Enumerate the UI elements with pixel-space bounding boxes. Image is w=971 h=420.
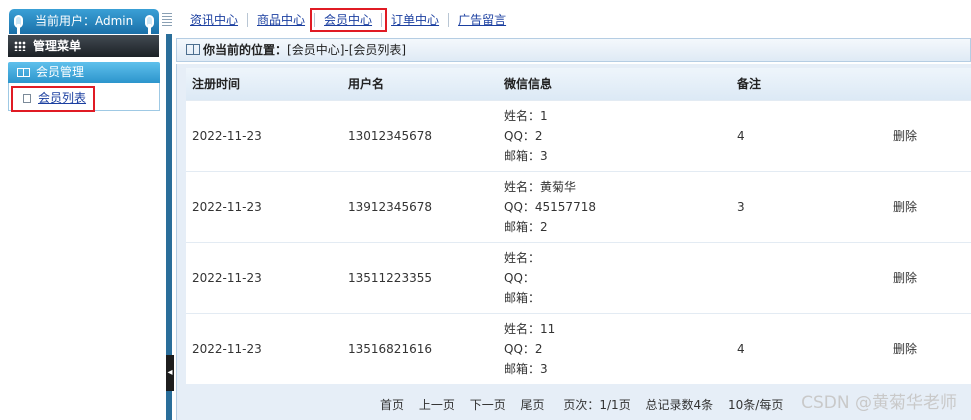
breadcrumb-path: [会员中心]-[会员列表]	[287, 43, 407, 57]
delete-link[interactable]: 删除	[893, 200, 917, 214]
sidebar-item-label: 会员列表	[38, 91, 87, 105]
cell-wechat-info: 姓名：1 QQ：2 邮箱：3	[498, 99, 731, 171]
cell-reg-time: 2022-11-23	[186, 99, 342, 171]
wechat-email: 邮箱：2	[504, 219, 548, 234]
wechat-email: 邮箱：3	[504, 148, 548, 163]
grid-dots-icon	[14, 41, 26, 51]
cell-wechat-info: 姓名：11 QQ：2 邮箱：3	[498, 312, 731, 384]
current-user-badge: 当前用户：Admin	[9, 9, 159, 34]
pager-first[interactable]: 首页	[380, 398, 404, 412]
sidebar-item-member-list[interactable]: 会员列表	[11, 86, 95, 112]
nav-order-center[interactable]: 订单中心	[382, 13, 450, 27]
sidebar-group-label: 会员管理	[36, 65, 85, 79]
pager-page-info: 页次：1/1页	[563, 398, 631, 412]
binder-ring-stem	[148, 24, 151, 34]
wechat-name: 姓名：11	[504, 321, 556, 336]
cell-note	[731, 241, 887, 313]
column-header-action	[887, 68, 971, 100]
cell-username: 13912345678	[342, 170, 498, 242]
wechat-name: 姓名：1	[504, 108, 548, 123]
cell-username: 13012345678	[342, 99, 498, 171]
cell-action: 删除	[887, 170, 971, 242]
watermark: CSDN @黄菊华老师	[801, 393, 957, 413]
wechat-qq: QQ：2	[504, 128, 543, 143]
cell-action: 删除	[887, 312, 971, 384]
nav-goods-center[interactable]: 商品中心	[248, 13, 316, 27]
sidebar-group-member-management[interactable]: 会员管理	[8, 62, 160, 83]
sidebar: 管理菜单 会员管理 会员列表	[0, 34, 166, 420]
wechat-name: 姓名：	[504, 250, 541, 265]
book-icon	[186, 44, 200, 55]
cell-reg-time: 2022-11-23	[186, 312, 342, 384]
pager-last[interactable]: 尾页	[521, 398, 545, 412]
delete-link[interactable]: 删除	[893, 342, 917, 356]
wechat-qq: QQ：45157718	[504, 199, 596, 214]
nav-news-center[interactable]: 资讯中心	[181, 13, 249, 27]
cell-reg-time: 2022-11-23	[186, 170, 342, 242]
column-header-username: 用户名	[342, 68, 498, 100]
pager-per-page: 10条/每页	[728, 398, 784, 412]
pager-total: 总记录数4条	[645, 398, 714, 412]
cell-note: 4	[731, 312, 887, 384]
table-row: 2022-11-23 13511223355 姓名： QQ： 邮箱： 删除	[186, 241, 971, 313]
member-table-panel: 注册时间 用户名 微信信息 备注 2022-11-23 13012345678 …	[176, 64, 971, 420]
cell-username: 13516821616	[342, 312, 498, 384]
book-icon	[17, 68, 30, 77]
pager-next[interactable]: 下一页	[470, 398, 506, 412]
column-header-note: 备注	[731, 68, 887, 100]
breadcrumb: 你当前的位置：[会员中心]-[会员列表]	[176, 38, 971, 62]
document-icon	[23, 94, 31, 103]
nav-ad-messages[interactable]: 广告留言	[449, 13, 515, 27]
table-row: 2022-11-23 13516821616 姓名：11 QQ：2 邮箱：3 4…	[186, 312, 971, 384]
wechat-name: 姓名：黄菊华	[504, 179, 577, 194]
top-bar: 当前用户：Admin 资讯中心 商品中心 会员中心 订单中心 广告留言	[0, 0, 971, 34]
cell-wechat-info: 姓名：黄菊华 QQ：45157718 邮箱：2	[498, 170, 731, 242]
column-header-reg-time: 注册时间	[186, 68, 342, 100]
current-user-label: 当前用户：Admin	[35, 14, 134, 28]
cell-note: 4	[731, 99, 887, 171]
member-table: 注册时间 用户名 微信信息 备注 2022-11-23 13012345678 …	[186, 68, 971, 384]
table-row: 2022-11-23 13912345678 姓名：黄菊华 QQ：4515771…	[186, 170, 971, 242]
chevron-left-icon: ◂	[167, 367, 173, 378]
nav-member-center[interactable]: 会员中心	[310, 8, 388, 32]
menu-title-label: 管理菜单	[33, 39, 82, 53]
delete-link[interactable]: 删除	[893, 129, 917, 143]
wechat-qq: QQ：	[504, 270, 535, 285]
cell-reg-time: 2022-11-23	[186, 241, 342, 313]
breadcrumb-label: 你当前的位置：	[203, 43, 288, 57]
cell-wechat-info: 姓名： QQ： 邮箱：	[498, 241, 731, 313]
wechat-email: 邮箱：	[504, 290, 541, 305]
delete-link[interactable]: 删除	[893, 271, 917, 285]
table-header-row: 注册时间 用户名 微信信息 备注	[186, 68, 971, 100]
column-header-wechat-info: 微信信息	[498, 68, 731, 100]
cell-action: 删除	[887, 99, 971, 171]
binder-ring-stem	[17, 24, 20, 34]
grip-icon	[162, 13, 172, 27]
menu-title: 管理菜单	[8, 35, 159, 57]
cell-action: 删除	[887, 241, 971, 313]
top-nav: 资讯中心 商品中心 会员中心 订单中心 广告留言	[162, 8, 515, 32]
wechat-email: 邮箱：3	[504, 361, 548, 376]
pager-prev[interactable]: 上一页	[419, 398, 455, 412]
cell-username: 13511223355	[342, 241, 498, 313]
cell-note: 3	[731, 170, 887, 242]
wechat-qq: QQ：2	[504, 341, 543, 356]
sidebar-collapse-toggle[interactable]: ◂	[166, 355, 174, 391]
pagination: 首页 上一页 下一页 尾页 页次：1/1页 总记录数4条 10条/每页	[380, 396, 794, 414]
table-row: 2022-11-23 13012345678 姓名：1 QQ：2 邮箱：3 4 …	[186, 99, 971, 171]
